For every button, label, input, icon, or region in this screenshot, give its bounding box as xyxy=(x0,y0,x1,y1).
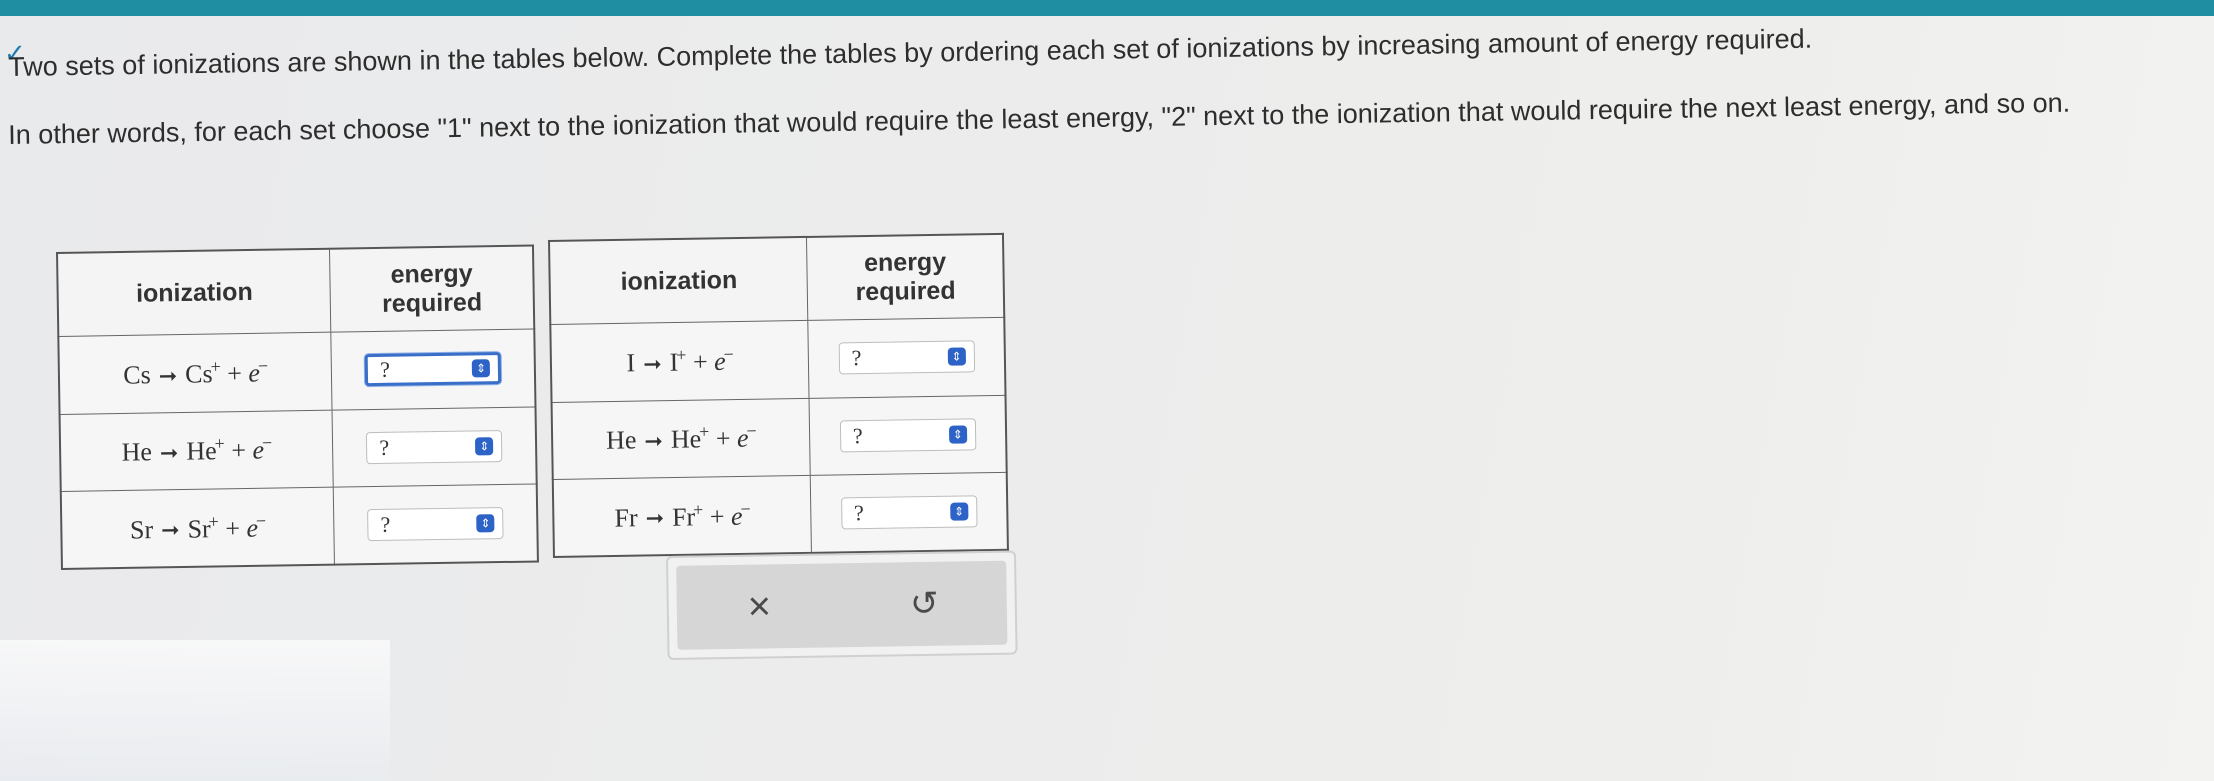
up-down-chevron-icon: ⇕ xyxy=(471,359,491,378)
header-ionization: ionization xyxy=(57,248,332,337)
instruction-line-1: Two sets of ionizations are shown in the… xyxy=(8,23,1813,82)
header-energy-required: energy required xyxy=(806,233,1005,321)
energy-rank-select[interactable]: ? ⇕ xyxy=(367,507,504,542)
undo-icon: ↺ xyxy=(909,584,939,624)
table-row: I ➞ I+ + e− ? ⇕ xyxy=(550,317,1006,403)
table-row: He ➞ He+ + e− ? ⇕ xyxy=(59,406,537,492)
table-row: Fr ➞ Fr+ + e− ? ⇕ xyxy=(552,472,1008,557)
energy-rank-select[interactable]: ? ⇕ xyxy=(366,429,503,464)
ionization-table-1: ionization energy required Cs ➞ Cs+ + e− ?… xyxy=(56,244,539,570)
arrow-icon: ➞ xyxy=(158,362,178,389)
header-energy-required: energy required xyxy=(329,245,535,333)
ionization-equation: Sr ➞ Sr+ + e− xyxy=(60,487,335,569)
up-down-chevron-icon: ⇕ xyxy=(949,502,969,521)
up-down-chevron-icon: ⇕ xyxy=(475,436,494,456)
energy-rank-select[interactable]: ? ⇕ xyxy=(838,340,975,375)
ionization-equation: He ➞ He+ + e− xyxy=(551,397,811,480)
arrow-icon: ➞ xyxy=(643,350,662,377)
ionization-equation: Fr ➞ Fr+ + e− xyxy=(552,475,812,557)
answer-toolbar: × ↺ xyxy=(666,550,1018,660)
ionization-equation: I ➞ I+ + e− xyxy=(550,320,810,403)
ionization-equation: Cs ➞ Cs+ + e− xyxy=(58,332,333,415)
energy-rank-select[interactable]: ? ⇕ xyxy=(840,495,978,530)
up-down-chevron-icon: ⇕ xyxy=(476,514,495,533)
header-ionization: ionization xyxy=(549,236,809,325)
close-icon: × xyxy=(747,583,772,629)
ionization-table-2: ionization energy required I ➞ I+ + e− ? ⇕ … xyxy=(548,232,1009,558)
top-bar xyxy=(0,0,2214,16)
energy-rank-select[interactable]: ? ⇕ xyxy=(839,418,977,453)
arrow-icon: ➞ xyxy=(645,505,665,531)
clear-button[interactable]: × xyxy=(729,576,790,637)
reset-button[interactable]: ↺ xyxy=(894,573,955,634)
table-row: Sr ➞ Sr+ + e− ? ⇕ xyxy=(60,483,538,569)
screen-glare xyxy=(0,640,390,781)
instruction-line-2: In other words, for each set choose "1" … xyxy=(8,87,2071,150)
arrow-icon: ➞ xyxy=(160,517,180,543)
up-down-chevron-icon: ⇕ xyxy=(947,347,966,367)
arrow-icon: ➞ xyxy=(644,428,664,454)
energy-rank-select[interactable]: ? ⇕ xyxy=(364,352,502,387)
table-row: He ➞ He+ + e− ? ⇕ xyxy=(551,394,1007,480)
up-down-chevron-icon: ⇕ xyxy=(948,425,967,444)
arrow-icon: ➞ xyxy=(159,440,179,466)
ionization-equation: He ➞ He+ + e− xyxy=(59,409,334,492)
table-row: Cs ➞ Cs+ + e− ? ⇕ xyxy=(58,329,536,415)
